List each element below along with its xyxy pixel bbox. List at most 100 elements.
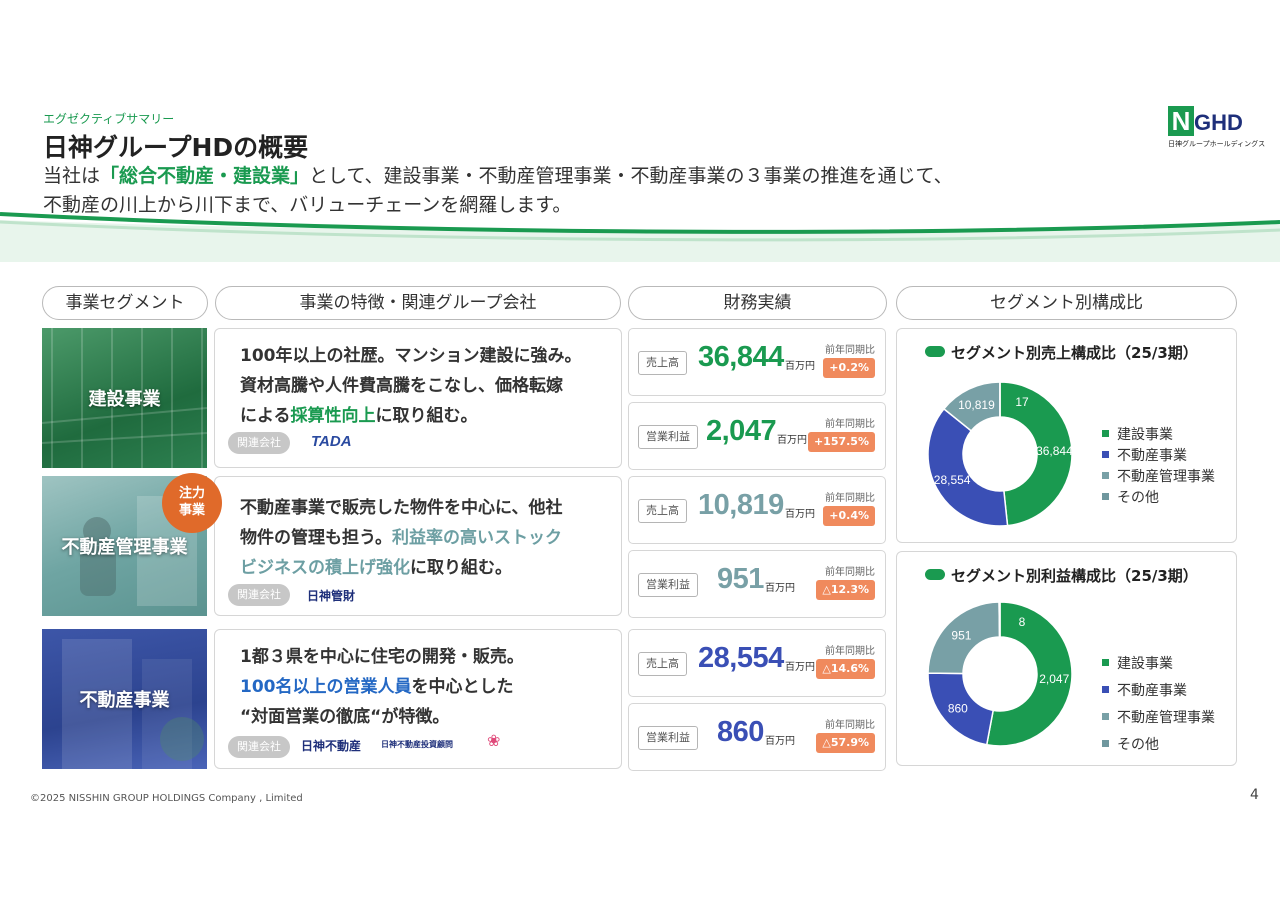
- desc-text: 100年以上の社歴。マンション建設に強み。資材高騰や人件費高騰をこなし、価格転嫁…: [240, 341, 582, 431]
- legend-swatch: [1102, 472, 1109, 479]
- legend-swatch: [1102, 686, 1109, 693]
- related-companies-label: 関連会社: [228, 736, 290, 758]
- segment-desc-management: 不動産事業で販売した物件を中心に、他社 物件の管理も担う。利益率の高いストック ビジ…: [214, 476, 622, 616]
- profit-legend: 建設事業不動産事業不動産管理事業その他: [1102, 649, 1215, 757]
- metric-unit: 百万円: [785, 662, 815, 673]
- desc-fragment: 資材高騰や人件費高騰をこなし、価格転嫁: [240, 376, 563, 396]
- desc-text: 不動産事業で販売した物件を中心に、他社 物件の管理も担う。利益率の高いストック ビジ…: [240, 493, 563, 583]
- legend-item: 建設事業: [1102, 649, 1215, 676]
- lead-highlight: 「総合不動産・建設業」: [100, 165, 310, 187]
- desc-line: 不動産事業で販売した物件を中心に、他社: [240, 493, 563, 523]
- segment-name-construction: 建設事業: [88, 389, 161, 410]
- metric-value: 10,819: [698, 489, 784, 521]
- col-header-composition: セグメント別構成比: [896, 286, 1237, 320]
- col-header-segment: 事業セグメント: [42, 286, 208, 320]
- slice-label: 28,554: [934, 473, 971, 487]
- legend-label: 不動産事業: [1117, 447, 1187, 464]
- metric-type-label: 営業利益: [638, 573, 698, 597]
- segment-tile-realestate: 不動産事業: [42, 629, 207, 769]
- legend-swatch: [1102, 493, 1109, 500]
- segment-desc-realestate: 1都３県を中心に住宅の開発・販売。 100名以上の営業人員を中心とした “対面営業の…: [214, 629, 622, 769]
- legend-swatch: [1102, 451, 1109, 458]
- legend-item: 不動産管理事業: [1102, 703, 1215, 730]
- metric-unit: 百万円: [785, 509, 815, 520]
- related-companies-label: 関連会社: [228, 584, 290, 606]
- company-logo-nisshin-toushi: 日神不動産投資顧問: [381, 740, 453, 749]
- sales-legend: 建設事業 不動産事業 不動産管理事業 その他: [1102, 423, 1215, 507]
- yoy-label: 前年同期比: [825, 646, 875, 657]
- lead-part-2: として、建設事業・不動産管理事業・不動産事業の３事業の推進を通じて、: [309, 165, 953, 187]
- company-mark-icon: ❀: [487, 731, 501, 750]
- metric-unit: 百万円: [785, 361, 815, 372]
- slice-label: 951: [951, 628, 971, 642]
- metric-value: 36,844: [698, 341, 784, 373]
- desc-fragment: 不動産事業で販売した物件を中心に、他社: [240, 498, 563, 518]
- legend-item: 建設事業: [1102, 423, 1215, 444]
- metric-unit: 百万円: [777, 435, 807, 446]
- desc-fragment: 1都３県を中心に住宅の開発・販売。: [240, 647, 524, 667]
- related-companies-label: 関連会社: [228, 432, 290, 454]
- desc-line: 資材高騰や人件費高騰をこなし、価格転嫁: [240, 371, 582, 401]
- metric-unit: 百万円: [765, 736, 795, 747]
- desc-line: 物件の管理も担う。利益率の高いストック: [240, 523, 563, 553]
- lead-part-1: 当社は: [43, 165, 101, 187]
- metric-value: 28,554: [698, 642, 784, 674]
- desc-fragment: に取り組む。: [410, 558, 512, 578]
- financial-card-sales: 売上高 36,844 百万円 前年同期比 +0.2%: [628, 328, 886, 396]
- financial-card-profit: 営業利益 951 百万円 前年同期比 △12.3%: [628, 550, 886, 618]
- desc-line: 100年以上の社歴。マンション建設に強み。: [240, 341, 582, 371]
- legend-item: その他: [1102, 730, 1215, 757]
- desc-fragment: による: [240, 406, 291, 426]
- yoy-label: 前年同期比: [825, 419, 875, 430]
- yoy-label: 前年同期比: [825, 720, 875, 731]
- slice-label: 860: [948, 702, 968, 716]
- legend-item: 不動産事業: [1102, 444, 1215, 465]
- yoy-label: 前年同期比: [825, 493, 875, 504]
- page-number: 4: [1250, 787, 1259, 803]
- desc-text: 1都３県を中心に住宅の開発・販売。 100名以上の営業人員を中心とした “対面営業の…: [240, 642, 524, 732]
- legend-label: 不動産事業: [1117, 682, 1187, 699]
- header-green-band: [0, 212, 1280, 262]
- legend-item: 不動産事業: [1102, 676, 1215, 703]
- eyebrow-label: エグゼクティブサマリー: [43, 112, 175, 126]
- segment-desc-construction: 100年以上の社歴。マンション建設に強み。資材高騰や人件費高騰をこなし、価格転嫁…: [214, 328, 622, 468]
- copyright: ©2025 NISSHIN GROUP HOLDINGS Company , L…: [30, 793, 303, 804]
- desc-highlight: 利益率の高いストック: [391, 528, 562, 548]
- desc-fragment: “対面営業の徹底“が特徴。: [240, 707, 450, 727]
- financial-card-profit: 営業利益 860 百万円 前年同期比 △57.9%: [628, 703, 886, 771]
- metric-type-label: 売上高: [638, 351, 687, 375]
- focus-badge-line2: 事業: [178, 503, 205, 518]
- legend-label: その他: [1117, 736, 1159, 753]
- metric-type-label: 売上高: [638, 499, 687, 523]
- desc-fragment: を中心とした: [411, 677, 514, 697]
- desc-highlight: ビジネスの積上げ強化: [240, 558, 410, 578]
- yoy-badge: +0.4%: [823, 506, 875, 526]
- legend-swatch: [1102, 740, 1109, 747]
- desc-line: 100名以上の営業人員を中心とした: [240, 672, 524, 702]
- legend-label: その他: [1117, 489, 1159, 506]
- desc-line: ビジネスの積上げ強化に取り組む。: [240, 553, 563, 583]
- yoy-badge: +157.5%: [807, 432, 875, 452]
- desc-line: “対面営業の徹底“が特徴。: [240, 702, 524, 732]
- logo-n: N: [1168, 106, 1194, 136]
- col-header-features: 事業の特徴・関連グループ会社: [215, 286, 621, 320]
- company-logo: N GHD 日神グループホールディングス: [1168, 106, 1265, 152]
- yoy-badge: △57.9%: [816, 733, 875, 753]
- desc-fragment: に取り組む。: [375, 406, 478, 426]
- yoy-badge: △14.6%: [816, 659, 875, 679]
- focus-badge-line1: 注力: [178, 486, 205, 501]
- metric-value: 860: [717, 716, 764, 748]
- metric-type-label: 売上高: [638, 652, 687, 676]
- page-title: 日神グループHDの概要: [43, 133, 309, 162]
- legend-swatch: [1102, 430, 1109, 437]
- financial-card-sales: 売上高 28,554 百万円 前年同期比 △14.6%: [628, 629, 886, 697]
- desc-line: による採算性向上に取り組む。: [240, 401, 582, 431]
- company-logo-tada: TADA: [311, 433, 352, 450]
- financial-card-sales: 売上高 10,819 百万円 前年同期比 +0.4%: [628, 476, 886, 544]
- company-logo-nisshin-fudosan: 日神不動産: [301, 739, 362, 753]
- legend-label: 建設事業: [1117, 655, 1173, 672]
- yoy-label: 前年同期比: [825, 345, 875, 356]
- focus-business-badge: 注力 事業: [162, 473, 222, 533]
- segment-tile-construction: 建設事業: [42, 328, 207, 468]
- legend-item: その他: [1102, 486, 1215, 507]
